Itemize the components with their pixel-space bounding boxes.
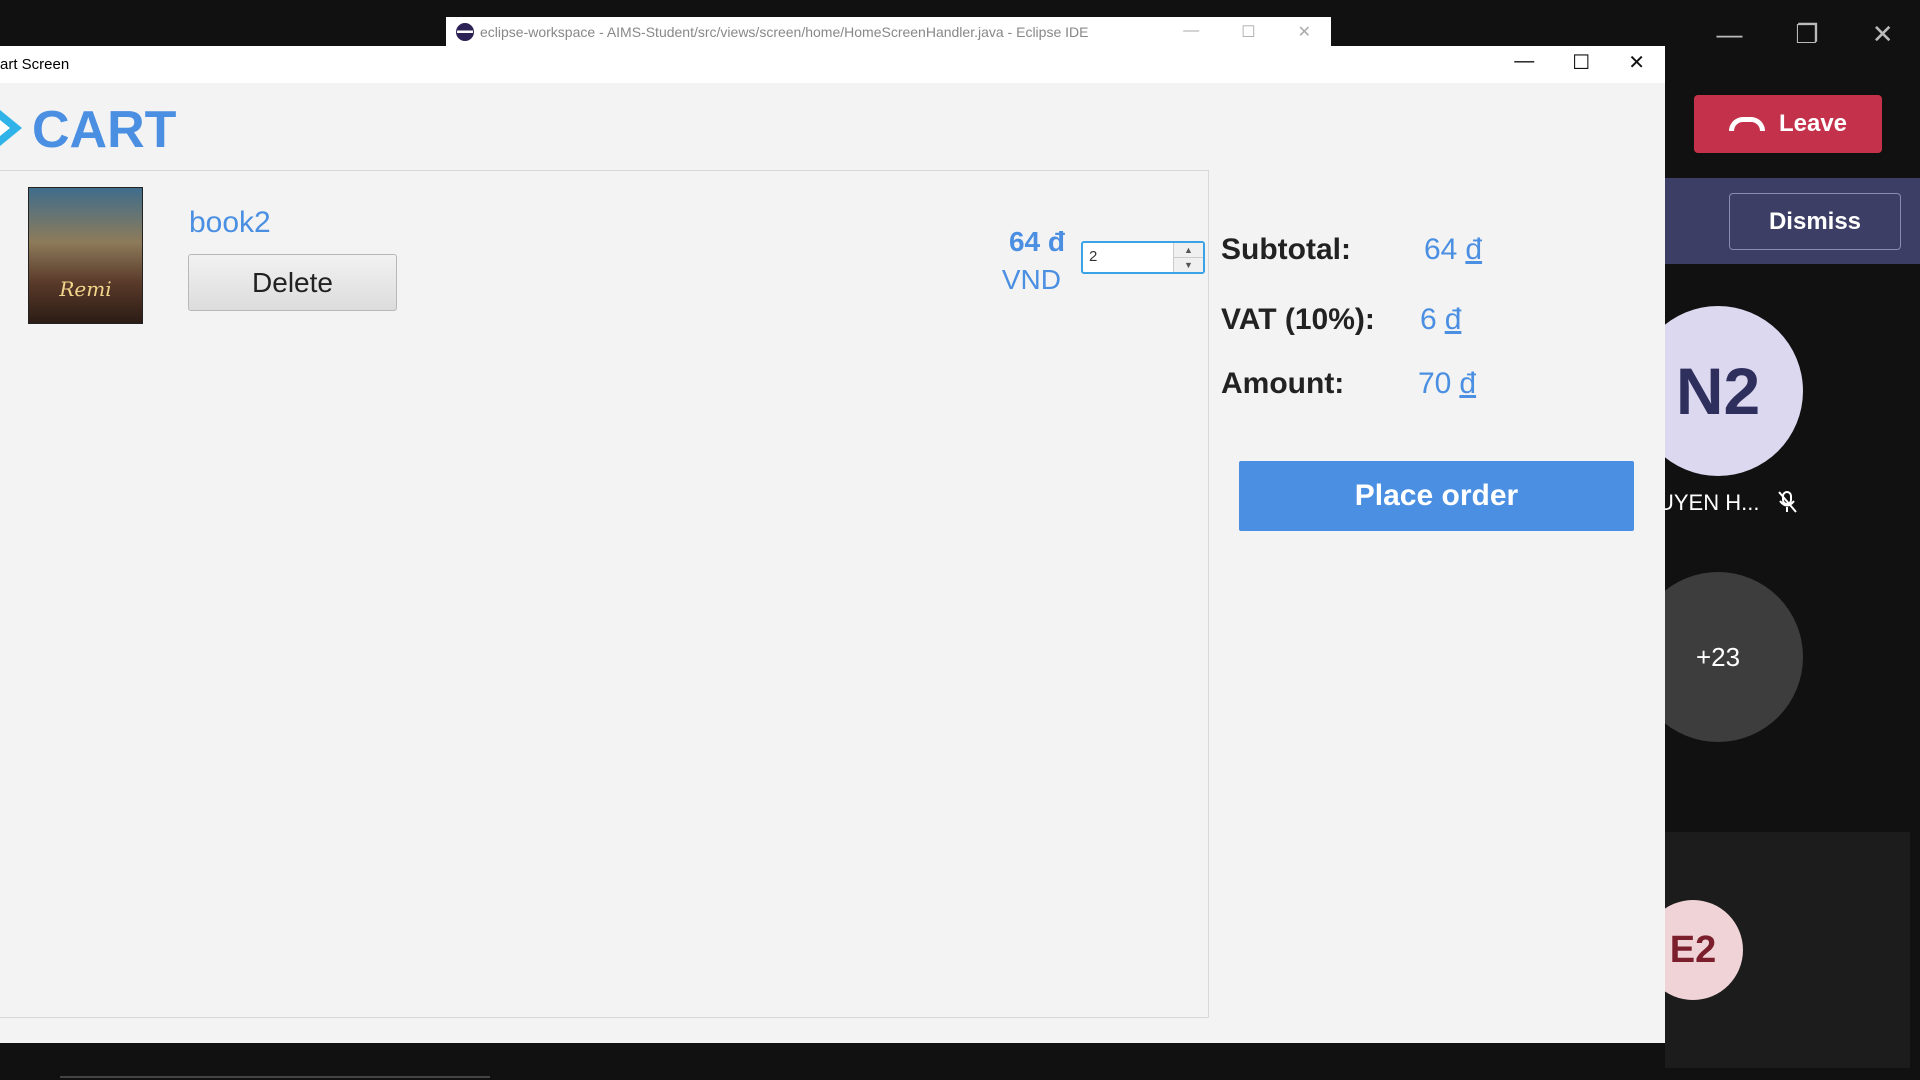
restore-icon[interactable]: ❐ <box>1795 19 1818 50</box>
eclipse-logo-icon <box>456 23 474 41</box>
leave-button[interactable]: Leave <box>1694 95 1882 153</box>
item-title: book2 <box>189 206 271 239</box>
place-order-button[interactable]: Place order <box>1239 461 1634 531</box>
vat-label: VAT (10%): <box>1221 303 1375 336</box>
hang-up-icon <box>1728 117 1765 131</box>
subtotal-amount: 64 <box>1424 233 1458 266</box>
cart-window: art Screen — ☐ ✕ CART Remi book2 Delete … <box>0 46 1665 1043</box>
dismiss-button[interactable]: Dismiss <box>1729 193 1901 250</box>
item-currency: VND <box>1001 264 1061 295</box>
cart-items-pane <box>0 170 1209 1018</box>
cart-title-bar[interactable]: art Screen — ☐ ✕ <box>0 46 1665 83</box>
decrement-arrow-icon[interactable]: ▼ <box>1174 258 1203 272</box>
minimize-icon[interactable]: — <box>1514 50 1534 75</box>
teams-window-controls: — ❐ ✕ <box>1690 0 1920 68</box>
increment-arrow-icon[interactable]: ▲ <box>1174 243 1203 258</box>
subtotal-value: 64 đ <box>1424 233 1482 267</box>
maximize-icon[interactable]: ☐ <box>1572 50 1590 75</box>
close-icon[interactable]: ✕ <box>1872 19 1894 50</box>
taskbar-indicator <box>60 1076 490 1078</box>
leave-label: Leave <box>1778 110 1848 137</box>
close-icon[interactable]: ✕ <box>1628 50 1645 75</box>
mic-off-icon <box>1776 490 1798 520</box>
currency-symbol: đ <box>1444 303 1462 336</box>
close-icon[interactable]: ✕ <box>1298 22 1311 42</box>
amount-label: Amount: <box>1221 367 1345 400</box>
maximize-icon[interactable]: ☐ <box>1241 22 1255 42</box>
participant-name: UYEN H... <box>1658 490 1760 515</box>
currency-symbol: đ <box>1465 233 1483 266</box>
book-cover-image: Remi <box>28 187 143 324</box>
delete-button[interactable]: Delete <box>188 254 397 311</box>
page-title: CART <box>32 101 177 159</box>
cover-title: Remi <box>59 277 112 301</box>
vat-amount: 6 <box>1420 303 1437 336</box>
eclipse-window-title: eclipse-workspace - AIMS-Student/src/vie… <box>480 24 1089 40</box>
item-price: 64 đ <box>1008 226 1065 257</box>
window-title: art Screen <box>0 56 70 73</box>
currency-symbol: đ <box>1459 367 1477 400</box>
quantity-arrows[interactable]: ▲ ▼ <box>1173 243 1203 272</box>
minimize-icon[interactable]: — <box>1716 19 1742 50</box>
vat-value: 6đ <box>1420 303 1461 337</box>
subtotal-label: Subtotal: <box>1221 233 1351 266</box>
minimize-icon[interactable]: — <box>1183 22 1199 42</box>
eclipse-title-bar[interactable]: eclipse-workspace - AIMS-Student/src/vie… <box>446 17 1331 47</box>
total-amount: 70 <box>1418 367 1452 400</box>
quantity-stepper[interactable]: ▲ ▼ <box>1081 241 1205 274</box>
app-logo-icon <box>0 110 22 146</box>
quantity-input[interactable] <box>1089 248 1169 265</box>
amount-value: 70 đ <box>1418 367 1476 401</box>
